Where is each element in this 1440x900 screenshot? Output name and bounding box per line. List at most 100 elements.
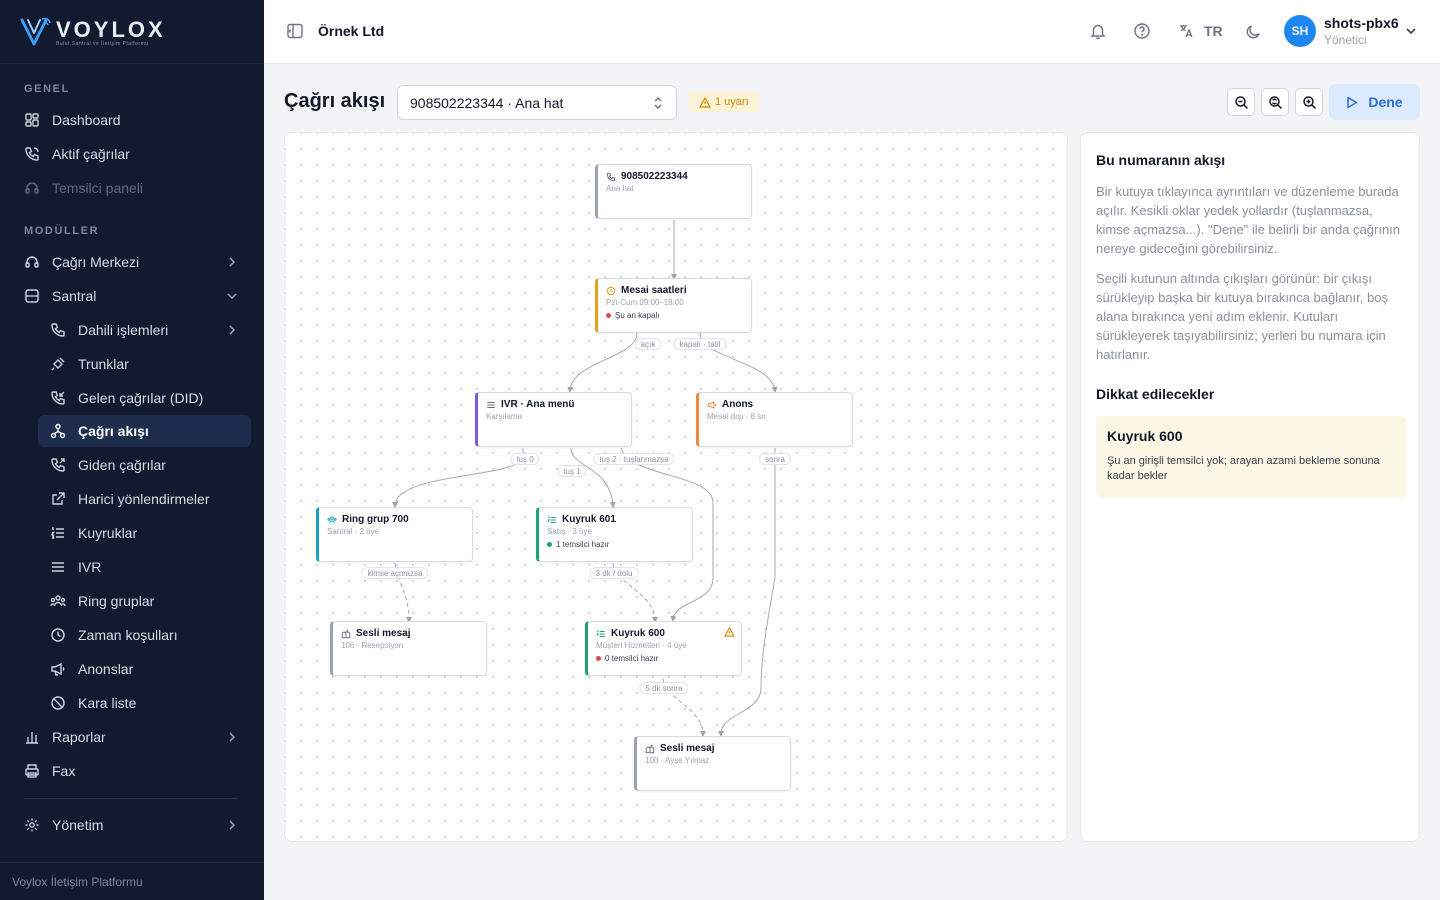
headset-icon [24,254,40,270]
help-button[interactable] [1131,20,1153,42]
notifications-button[interactable] [1087,20,1109,42]
sidebar-item-fax[interactable]: Fax [12,755,250,787]
flow-node-root[interactable]: 908502223344 Ana hat [595,164,752,219]
sidebar-item-ivr[interactable]: IVR [38,551,250,583]
brand[interactable]: VOYLOX Bulut Santral ve İletişim Platfor… [0,0,264,64]
panel-warnings-title: Dikkat edilecekler [1096,386,1215,402]
list-ordered-icon [547,515,556,523]
warning-badge[interactable]: 1 uyarı [689,92,759,112]
phone-icon [50,322,66,338]
flow-node-ring-group-700[interactable]: Ring grup 700 Santral · 2 üye [316,507,473,562]
plug-icon [50,356,66,372]
edge-label-timeout: 3 dk / dolu [589,567,639,579]
phone-outgoing-icon [50,457,66,473]
phone-incoming-icon [50,390,66,406]
node-title: Ring grup 700 [342,514,409,525]
alert-triangle-icon [699,96,711,108]
section-label-general: GENEL [24,83,70,95]
sidebar-item-pbx[interactable]: Santral [12,280,250,312]
zoom-out-button[interactable] [1227,88,1255,116]
flow-node-voicemail-100[interactable]: Sesli mesaj 100 · Ayşe Yılmaz [634,736,791,791]
chevron-right-icon [229,820,236,830]
sidebar-item-label: Temsilci paneli [52,180,144,196]
sidebar-toggle-button[interactable] [284,20,306,42]
zoom-out-icon [1234,95,1248,109]
theme-toggle-button[interactable] [1242,20,1264,42]
flow-node-queue-600[interactable]: Kuyruk 600 Müşteri Hizmetleri · 4 üye 0 … [585,621,742,676]
node-title: Sesli mesaj [660,743,715,754]
sidebar-item-label: Anonslar [78,661,134,677]
server-icon [24,288,40,304]
flow-node-business-hours[interactable]: Mesai saatleri Pzt-Cum 09:00–18:00 Şu an… [595,278,752,333]
info-panel: Bu numaranın akışı Bir kutuya tıklayınca… [1080,132,1420,842]
list-ordered-icon [596,629,605,637]
node-subtitle: Satış · 3 üye [547,527,592,536]
sidebar-item-did[interactable]: Gelen çağrılar (DID) [38,382,250,414]
edge-label-key0: tuş 0 [510,453,540,465]
sidebar-item-agent-panel[interactable]: Temsilci paneli [12,172,250,204]
sidebar-item-call-flow[interactable]: Çağrı akışı [38,415,251,447]
warning-card-text: Şu an girişli temsilci yok; arayan azami… [1107,455,1380,482]
brand-name: VOYLOX [56,16,166,42]
flow-node-announcement[interactable]: Anons Mesai dışı · 8 sn [696,392,853,447]
sidebar-footer: Voylox İletişim Platformu [0,862,264,900]
node-title: Kuyruk 601 [562,514,616,525]
language-button[interactable] [1175,20,1197,42]
sidebar-item-label: Harici yönlendirmeler [78,491,210,507]
zoom-reset-icon [1268,95,1282,109]
sidebar-item-blacklist[interactable]: Kara liste [38,687,250,719]
sidebar-item-outbound[interactable]: Giden çağrılar [38,449,250,481]
megaphone-icon [707,400,717,409]
edge-announce-vm100 [718,448,776,737]
flow-canvas[interactable]: açık kapalı · tatil tuş 0 tuş 1 tuş 2 · … [284,132,1068,842]
megaphone-icon [50,661,66,677]
node-status-label: Şu an kapalı [615,311,660,320]
chevron-right-icon [229,732,236,742]
flow-node-ivr[interactable]: IVR · Ana menü Karşılama [475,392,632,447]
node-subtitle: Ana hat [606,184,634,193]
sidebar-item-reports[interactable]: Raporlar [12,721,250,753]
sidebar-item-admin[interactable]: Yönetim [12,809,250,841]
number-select[interactable]: 908502223344 · Ana hat [397,85,677,120]
sidebar-item-extensions[interactable]: Dahili işlemleri [38,314,250,346]
ban-icon [50,695,66,711]
warning-card-title: Kuyruk 600 [1107,428,1183,444]
sidebar-item-dashboard[interactable]: Dashboard [12,104,250,136]
try-button[interactable]: Dene [1329,84,1420,120]
zoom-fit-button[interactable] [1261,88,1289,116]
edge-label-no-answer: kimse açmazsa [361,567,429,579]
node-subtitle: Santral · 2 üye [327,527,380,536]
sidebar-item-external[interactable]: Harici yönlendirmeler [38,483,250,515]
node-title: Kuyruk 600 [611,628,665,639]
sidebar-item-ring-groups[interactable]: Ring gruplar [38,585,250,617]
dashboard-icon [24,112,40,128]
menu-icon [50,559,66,575]
zoom-in-button[interactable] [1295,88,1323,116]
warning-card[interactable]: Kuyruk 600 Şu an girişli temsilci yok; a… [1096,416,1406,498]
edge-label-after5: 5 dk sonra [639,682,689,694]
chevron-down-icon [227,293,237,300]
sidebar-item-queues[interactable]: Kuyruklar [38,517,250,549]
sidebar-item-label: Giden çağrılar [78,457,166,473]
sidebar-item-label: Fax [52,763,76,779]
brand-logo: VOYLOX Bulut Santral ve İletişim Platfor… [20,17,166,47]
sidebar-item-active-calls[interactable]: Aktif çağrılar [12,138,250,170]
flow-node-queue-601[interactable]: Kuyruk 601 Satış · 3 üye 1 temsilci hazı… [536,507,693,562]
panel-instructions: Seçili kutunun altında çıkışları görünür… [1096,271,1388,362]
sidebar-item-label: Çağrı akışı [78,423,149,439]
language-label[interactable]: TR [1204,23,1223,39]
list-ordered-icon [50,525,66,541]
sidebar-item-call-center[interactable]: Çağrı Merkezi [12,246,250,278]
node-subtitle: Pzt-Cum 09:00–18:00 [606,298,684,307]
status-dot [596,656,601,661]
company-name: Örnek Ltd [318,23,385,39]
sidebar: VOYLOX Bulut Santral ve İletişim Platfor… [0,0,264,900]
avatar[interactable]: SH [1284,15,1316,47]
user-name[interactable]: shots-pbx6 [1324,15,1399,31]
user-menu-button[interactable] [1400,20,1422,42]
flow-node-voicemail-106[interactable]: Sesli mesaj 106 · Resepsiyon [330,621,487,676]
panel-left-icon [287,23,303,39]
sidebar-item-time-conditions[interactable]: Zaman koşulları [38,619,250,651]
sidebar-item-trunks[interactable]: Trunklar [38,348,250,380]
sidebar-item-announcements[interactable]: Anonslar [38,653,250,685]
